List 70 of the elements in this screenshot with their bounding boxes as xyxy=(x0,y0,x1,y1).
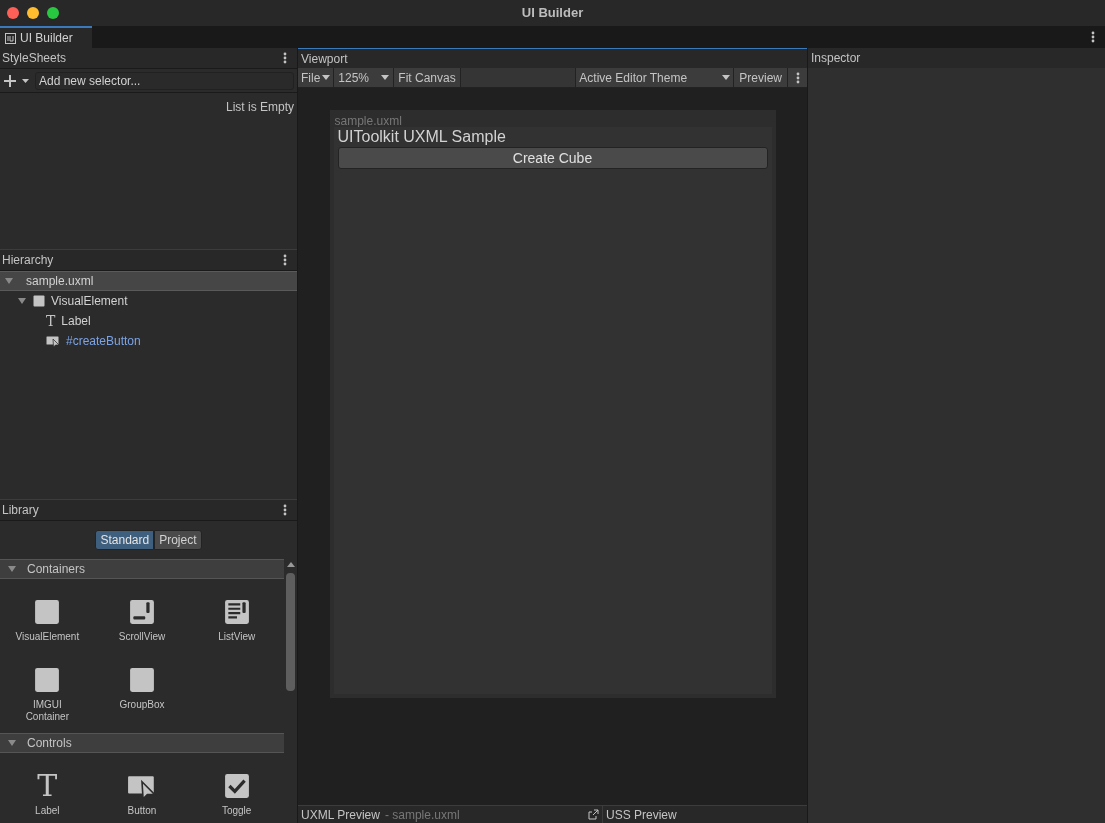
document-name: sample.uxml xyxy=(333,113,403,127)
panel-title: Library xyxy=(2,502,39,519)
button-cursor-icon xyxy=(46,335,60,347)
library-item[interactable]: ScrollView xyxy=(94,593,190,661)
panel-title: Hierarchy xyxy=(2,252,54,269)
more-options-icon[interactable] xyxy=(1091,31,1095,43)
text-icon: T xyxy=(46,314,56,328)
tree-row[interactable]: T Label xyxy=(0,311,297,331)
tree-label: #createButton xyxy=(66,333,141,350)
section-header[interactable]: Containers xyxy=(0,559,284,579)
file-name: - sample.uxml xyxy=(384,806,460,823)
scroll-up-icon[interactable] xyxy=(286,561,295,567)
square-icon xyxy=(129,667,155,693)
library-tab[interactable]: Standard xyxy=(95,530,155,550)
zoom-dropdown[interactable]: 125% xyxy=(334,68,395,87)
add-dropdown-icon[interactable] xyxy=(3,73,31,88)
window-tab[interactable]: UI Builder xyxy=(0,26,92,48)
expanded-arrow-icon[interactable] xyxy=(7,564,17,574)
window-icon xyxy=(5,32,16,44)
tree-row[interactable]: #createButton xyxy=(0,331,297,351)
preview-button[interactable]: Preview xyxy=(734,68,788,87)
dropdown-arrow-icon xyxy=(722,75,731,80)
text-icon: T xyxy=(37,771,58,801)
sample-label: UIToolkit UXML Sample xyxy=(337,127,507,147)
more-options-icon[interactable] xyxy=(283,52,287,64)
create-cube-button[interactable]: Create Cube xyxy=(337,147,768,169)
tree-label: Label xyxy=(61,313,91,330)
list-view-icon xyxy=(223,599,250,625)
panel-title: StyleSheets xyxy=(2,50,67,67)
empty-list-text: List is Empty xyxy=(226,99,294,116)
tree-label: VisualElement xyxy=(51,293,128,310)
expanded-arrow-icon[interactable] xyxy=(4,276,14,286)
expanded-arrow-icon[interactable] xyxy=(17,296,27,306)
more-options-icon[interactable] xyxy=(283,504,287,516)
library-item[interactable]: ListView xyxy=(189,593,284,661)
scroll-view-icon xyxy=(129,599,155,625)
more-options-icon[interactable] xyxy=(795,71,800,84)
button-cursor-icon xyxy=(127,773,157,799)
square-icon xyxy=(34,667,61,693)
tree-row[interactable]: VisualElement xyxy=(0,291,297,311)
dropdown-arrow-icon xyxy=(322,75,331,80)
section-header[interactable]: Controls xyxy=(0,733,284,753)
library-item[interactable]: Toggle xyxy=(189,767,284,823)
dropdown-arrow-icon xyxy=(381,75,390,80)
library-item[interactable]: Button xyxy=(94,767,190,823)
file-menu[interactable]: File xyxy=(298,68,335,87)
panel-title: Viewport xyxy=(301,50,348,68)
library-item[interactable]: T Label xyxy=(0,767,95,823)
theme-dropdown[interactable]: Active Editor Theme xyxy=(576,68,735,87)
minimize-window-button[interactable] xyxy=(27,7,39,19)
square-icon xyxy=(33,295,45,307)
library-item[interactable]: VisualElement xyxy=(0,593,95,661)
square-icon xyxy=(34,599,61,625)
checkbox-icon xyxy=(223,773,250,799)
window-title: UI Builder xyxy=(521,4,584,23)
open-external-icon[interactable] xyxy=(588,809,599,820)
close-window-button[interactable] xyxy=(7,7,19,19)
library-tab[interactable]: Project xyxy=(154,530,202,550)
zoom-window-button[interactable] xyxy=(47,7,59,19)
selector-field[interactable]: Add new selector... xyxy=(35,71,294,90)
panel-title: Inspector xyxy=(811,50,861,67)
library-item[interactable]: IMGUI Container xyxy=(0,661,95,729)
expanded-arrow-icon[interactable] xyxy=(7,738,17,748)
tree-row[interactable]: sample.uxml xyxy=(0,271,297,291)
panel-title: USS Preview xyxy=(606,806,677,823)
fit-canvas-button[interactable]: Fit Canvas xyxy=(394,68,461,87)
panel-title: UXML Preview xyxy=(301,806,380,823)
more-options-icon[interactable] xyxy=(283,254,287,266)
tree-label: sample.uxml xyxy=(26,273,94,290)
library-item[interactable]: GroupBox xyxy=(94,661,190,729)
